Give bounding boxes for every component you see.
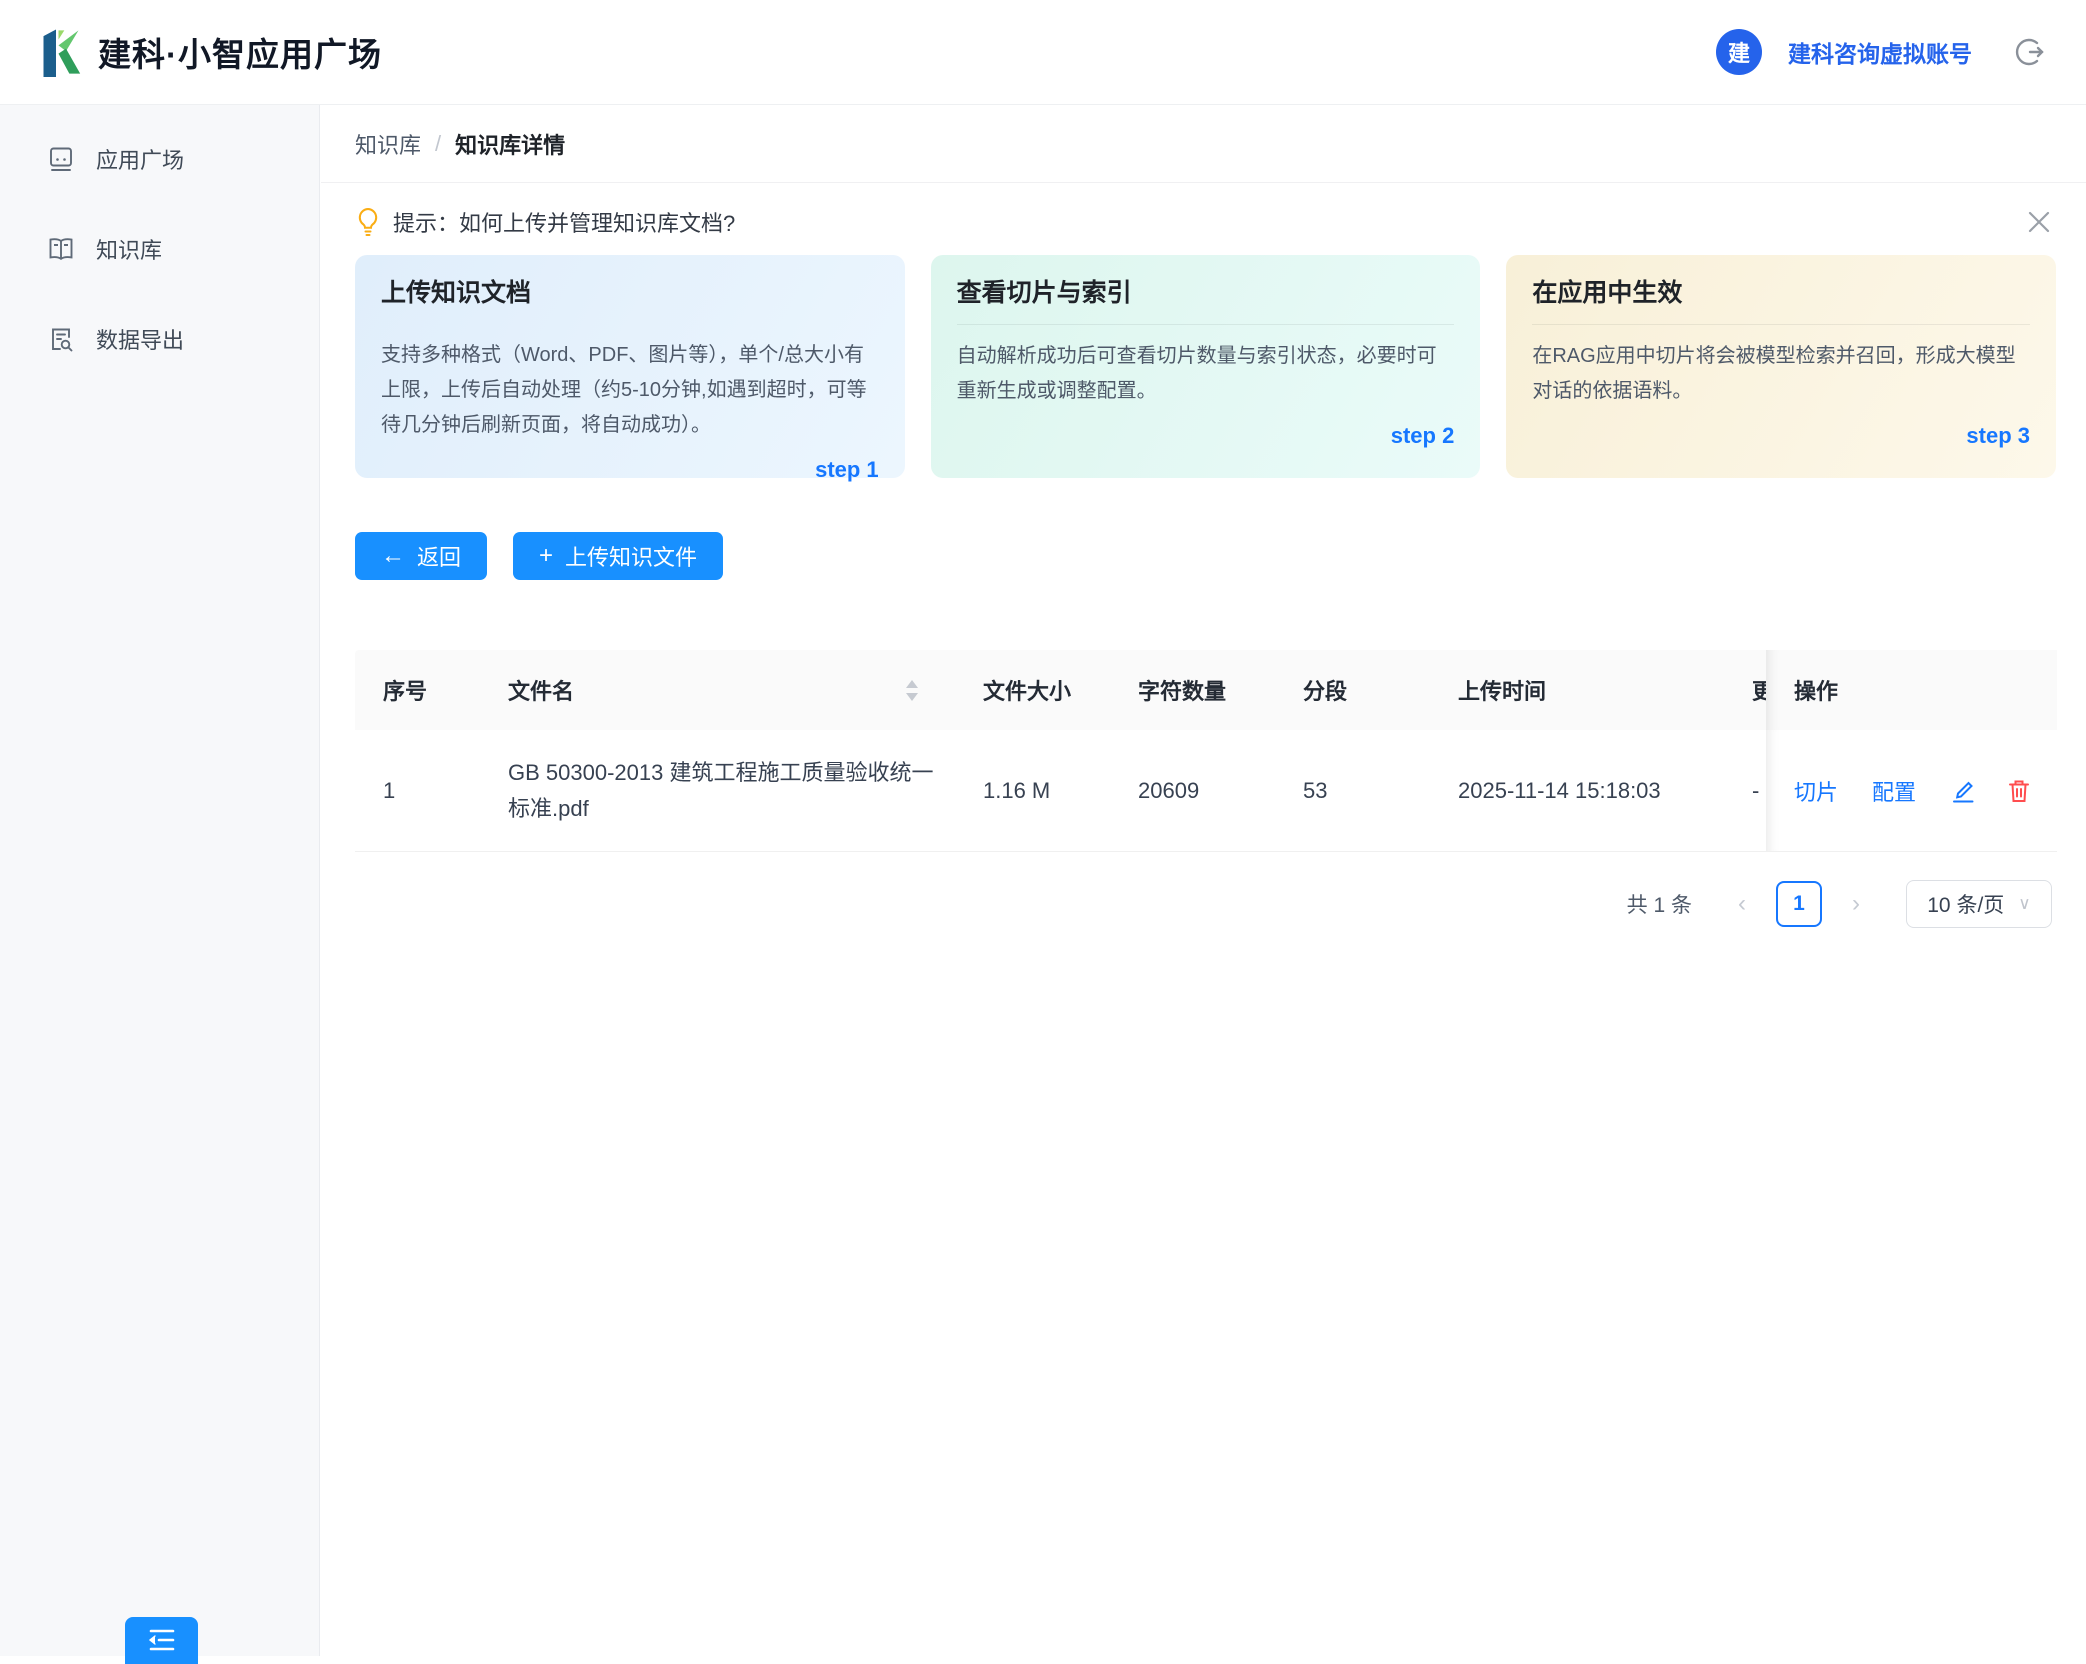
- tip-label: 提示：如何上传并管理知识库文档?: [393, 206, 735, 238]
- book-icon: [48, 236, 74, 262]
- sidebar-item-app-plaza[interactable]: 应用广场: [48, 137, 319, 181]
- sort-icon[interactable]: [905, 680, 919, 701]
- step-badge: step 2: [957, 423, 1455, 449]
- card-body: 在RAG应用中切片将会被模型检索并召回，形成大模型对话的依据语料。: [1532, 339, 2030, 409]
- header-filename-label: 文件名: [508, 674, 574, 706]
- header-actions: 操作: [1766, 650, 2057, 730]
- step-card-upload: 上传知识文档 支持多种格式（Word、PDF、图片等），单个/总大小有上限，上传…: [355, 255, 905, 478]
- brand: 建科·小智应用广场: [40, 27, 382, 77]
- cell-chars: 20609: [1110, 730, 1275, 851]
- config-link[interactable]: 配置: [1872, 775, 1916, 807]
- back-button-label: 返回: [417, 540, 461, 572]
- pagination-next-icon[interactable]: ›: [1834, 882, 1878, 926]
- slice-link[interactable]: 切片: [1794, 775, 1838, 807]
- pagination-total: 共 1 条: [1627, 889, 1692, 919]
- card-divider: [957, 324, 1455, 325]
- arrow-left-icon: ←: [381, 544, 405, 568]
- header-segments: 分段: [1275, 650, 1430, 730]
- cell-filename: GB 50300-2013 建筑工程施工质量验收统一标准.pdf: [480, 730, 955, 851]
- sidebar: 应用广场 知识库 数据导出: [0, 105, 320, 1656]
- pagination: 共 1 条 ‹ 1 › 10 条/页 ∨: [321, 880, 2052, 928]
- header-upload-time: 上传时间: [1430, 650, 1725, 730]
- sidebar-item-label: 应用广场: [96, 143, 184, 175]
- page-size-value: 10 条/页: [1927, 889, 2004, 919]
- user-avatar[interactable]: 建: [1716, 29, 1762, 75]
- sidebar-item-label: 数据导出: [96, 323, 184, 355]
- header-index: 序号: [355, 650, 480, 730]
- pagination-prev-icon[interactable]: ‹: [1720, 882, 1764, 926]
- breadcrumb-parent[interactable]: 知识库: [355, 128, 421, 160]
- back-button[interactable]: ← 返回: [355, 532, 487, 580]
- card-title: 上传知识文档: [381, 273, 879, 309]
- account-name[interactable]: 建科咨询虚拟账号: [1788, 35, 1972, 69]
- step-card-effective: 在应用中生效 在RAG应用中切片将会被模型检索并召回，形成大模型对话的依据语料。…: [1506, 255, 2056, 478]
- app-header: 建科·小智应用广场 建 建科咨询虚拟账号: [0, 0, 2086, 105]
- cell-actions: 切片 配置: [1766, 730, 2057, 851]
- sidebar-collapse-button[interactable]: [125, 1617, 198, 1664]
- card-body: 自动解析成功后可查看切片数量与索引状态，必要时可重新生成或调整配置。: [957, 339, 1455, 409]
- header-truncated-column: 更: [1725, 650, 1766, 730]
- step-card-slices: 查看切片与索引 自动解析成功后可查看切片数量与索引状态，必要时可重新生成或调整配…: [931, 255, 1481, 478]
- menu-fold-icon: [147, 1627, 177, 1653]
- card-title: 在应用中生效: [1532, 273, 2030, 309]
- chevron-down-icon: ∨: [2018, 894, 2030, 914]
- lightbulb-icon: [355, 207, 381, 237]
- table-row: 1 GB 50300-2013 建筑工程施工质量验收统一标准.pdf 1.16 …: [355, 730, 2057, 852]
- breadcrumb-current: 知识库详情: [455, 128, 565, 160]
- header-filesize: 文件大小: [955, 650, 1110, 730]
- step-badge: step 1: [381, 457, 879, 483]
- step-badge: step 3: [1532, 423, 2030, 449]
- card-divider: [1532, 324, 2030, 325]
- brand-logo-icon: [40, 27, 82, 77]
- card-body: 支持多种格式（Word、PDF、图片等），单个/总大小有上限，上传后自动处理（约…: [381, 338, 879, 443]
- cell-truncated: -: [1725, 730, 1766, 851]
- app-title: 建科·小智应用广场: [98, 28, 382, 76]
- app-window-icon: [48, 146, 74, 172]
- filename-text: GB 50300-2013 建筑工程施工质量验收统一标准.pdf: [508, 755, 945, 827]
- breadcrumb: 知识库 / 知识库详情: [321, 105, 2086, 183]
- cell-segments: 53: [1275, 730, 1430, 851]
- page-size-select[interactable]: 10 条/页 ∨: [1906, 880, 2052, 928]
- toolbar: ← 返回 + 上传知识文件: [321, 478, 2086, 580]
- files-table: 序号 文件名 文件大小 字符数量 分段 上传时间 更 操作 1 GB 50300…: [355, 650, 2057, 852]
- doc-search-icon: [48, 326, 74, 352]
- tip-banner: 提示：如何上传并管理知识库文档?: [321, 183, 2086, 239]
- edit-icon[interactable]: [1950, 777, 1976, 805]
- pagination-page-1[interactable]: 1: [1776, 881, 1822, 927]
- upload-button-label: 上传知识文件: [565, 540, 697, 572]
- delete-icon[interactable]: [2006, 777, 2032, 805]
- step-cards: 上传知识文档 支持多种格式（Word、PDF、图片等），单个/总大小有上限，上传…: [321, 239, 2086, 478]
- sidebar-item-knowledge-base[interactable]: 知识库: [48, 227, 319, 271]
- cell-filesize: 1.16 M: [955, 730, 1110, 851]
- cell-upload-time: 2025-11-14 15:18:03: [1430, 730, 1725, 851]
- close-icon[interactable]: [2022, 205, 2056, 239]
- sidebar-item-data-export[interactable]: 数据导出: [48, 317, 319, 361]
- table-header-row: 序号 文件名 文件大小 字符数量 分段 上传时间 更 操作: [355, 650, 2057, 730]
- header-chars: 字符数量: [1110, 650, 1275, 730]
- card-title: 查看切片与索引: [957, 273, 1455, 309]
- upload-knowledge-file-button[interactable]: + 上传知识文件: [513, 532, 723, 580]
- plus-icon: +: [539, 544, 553, 568]
- sidebar-item-label: 知识库: [96, 233, 162, 265]
- logout-icon[interactable]: [2012, 35, 2046, 69]
- header-filename[interactable]: 文件名: [480, 650, 955, 730]
- breadcrumb-separator: /: [435, 131, 441, 157]
- main-content: 知识库 / 知识库详情 提示：如何上传并管理知识库文档? 上传知识文档 支持多种…: [321, 105, 2086, 1656]
- cell-index: 1: [355, 730, 480, 851]
